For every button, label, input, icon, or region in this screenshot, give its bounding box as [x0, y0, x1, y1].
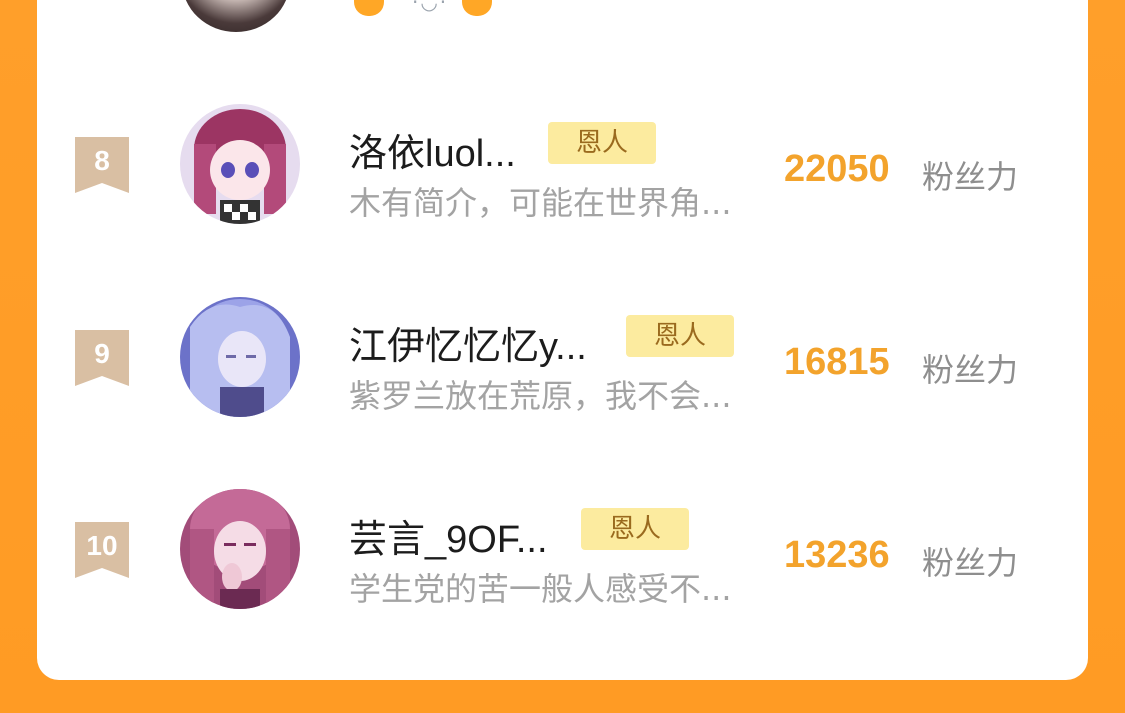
- rank-number: 9: [94, 338, 110, 369]
- benefactor-tag: 恩人: [548, 122, 656, 164]
- fan-power-unit: 粉丝力: [922, 158, 1019, 196]
- avatar[interactable]: [180, 297, 300, 417]
- user-desc: 木有简介，可能在世界角...: [349, 184, 732, 222]
- user-name[interactable]: 江伊忆忆忆y...: [349, 315, 587, 370]
- fan-power-value: 13236: [784, 534, 890, 576]
- ranking-row[interactable]: 9 江伊忆忆忆y... 恩人 紫罗兰放在荒原，我不会... 16815 粉丝力: [0, 293, 1125, 443]
- paw-icon: [462, 0, 492, 16]
- user-name[interactable]: 洛依luol...: [349, 122, 516, 177]
- fan-ranking-page: ·◡· 8 洛依luol... 恩人 木有简介，可能在世界角... 22050 …: [0, 0, 1125, 713]
- fan-power-value: 16815: [784, 341, 890, 383]
- rank-badge: 8: [75, 137, 129, 193]
- rank-badge: 9: [75, 330, 129, 386]
- benefactor-tag: 恩人: [626, 315, 734, 357]
- user-desc: 紫罗兰放在荒原，我不会...: [349, 377, 732, 415]
- fan-power-value: 22050: [784, 148, 890, 190]
- emoji-partial: ·◡·: [350, 0, 500, 20]
- rank-badge: 10: [75, 522, 129, 578]
- rank-number: 10: [86, 530, 118, 561]
- fan-power-unit: 粉丝力: [922, 351, 1019, 389]
- benefactor-tag: 恩人: [581, 508, 689, 550]
- user-name[interactable]: 芸言_9OF...: [349, 508, 548, 563]
- emoji-face-icon: ·◡·: [412, 0, 449, 14]
- rank-number: 8: [94, 145, 110, 176]
- ranking-row[interactable]: 10 芸言_9OF... 恩人 学生党的苦一般人感受不... 13236 粉丝力: [0, 486, 1125, 636]
- avatar[interactable]: [180, 489, 300, 609]
- avatar[interactable]: [180, 104, 300, 224]
- user-desc: 学生党的苦一般人感受不...: [349, 570, 732, 608]
- ranking-row[interactable]: 8 洛依luol... 恩人 木有简介，可能在世界角... 22050 粉丝力: [0, 100, 1125, 250]
- fan-power-unit: 粉丝力: [922, 544, 1019, 582]
- paw-icon: [354, 0, 384, 16]
